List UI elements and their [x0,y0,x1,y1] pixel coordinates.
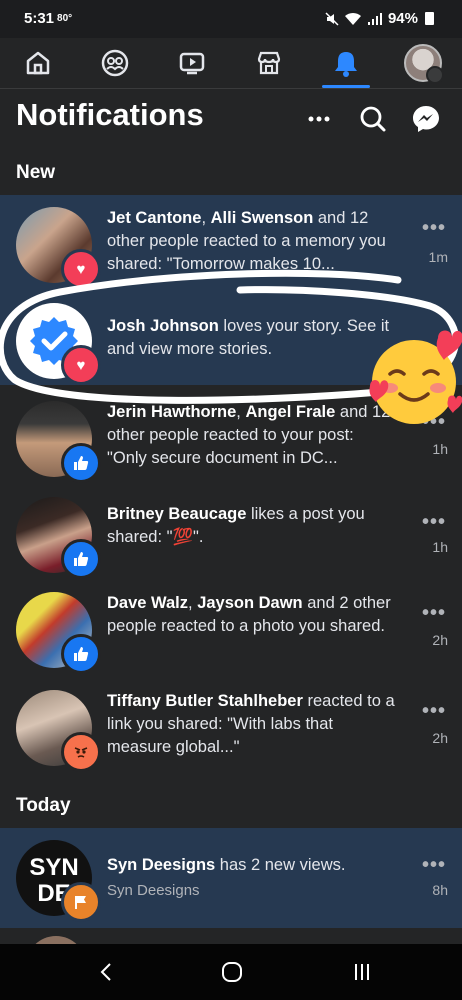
battery-percent: 94% [387,10,418,27]
actor-name: Jet Cantone [107,209,202,227]
status-bar: 5:31 80° 94% [0,0,462,38]
like-reaction-icon [61,634,101,674]
angry-face-icon [74,747,88,758]
heart-reaction-icon: ♥ [61,249,101,289]
battery-icon [425,12,434,25]
page-reaction-icon [61,882,101,922]
actor-name: Angel Frale [245,403,336,421]
status-time: 5:31 80° [24,10,72,27]
like-reaction-icon [61,443,101,483]
actor-name: Syn Deesigns [107,856,216,874]
notification-time: 1m [428,249,448,265]
notification-text: Josh Johnson loves your story. See it an… [107,315,397,361]
actor-name: Britney Beaucage [107,505,247,523]
clock: 5:31 [24,10,55,27]
section-new: New [16,162,56,183]
tab-menu[interactable] [393,38,453,88]
actor-name: Tiffany Butler Stahlheber [107,692,303,710]
separator: , [188,594,198,612]
notification-item[interactable]: Tiffany Butler Stahlheber reacted to a l… [0,678,462,778]
actor-name: Josh Johnson [107,317,219,335]
thumbs-up-icon [74,647,89,661]
messenger-button[interactable] [408,101,444,137]
heart-reaction-icon: ♥ [61,345,101,385]
angry-reaction-icon [61,732,101,772]
notification-text: Tiffany Butler Stahlheber reacted to a l… [107,690,397,759]
thumbs-up-icon [74,552,89,566]
like-reaction-icon [61,539,101,579]
mute-icon [325,11,339,26]
menu-icon [426,66,444,84]
tab-marketplace[interactable] [239,38,299,88]
flag-icon [75,896,86,909]
signal-icon [367,12,382,25]
thumbs-up-icon [74,456,89,470]
page-title: Notifications [16,97,204,132]
recents-icon [355,964,369,980]
notification-subtext: Syn Deesigns [107,882,200,899]
notification-options-button[interactable]: ••• [422,700,446,723]
status-icons: 94% [325,10,434,27]
notification-options-button[interactable]: ••• [422,511,446,534]
tab-notifications[interactable] [316,38,376,88]
home-icon [26,51,50,75]
notification-options-button[interactable]: ••• [422,602,446,625]
profile-avatar [404,44,444,84]
home-circle-icon [222,962,242,982]
svg-text:SYN: SYN [29,854,78,881]
messenger-icon [413,106,439,132]
notification-time: 8h [432,882,448,898]
active-tab-indicator [322,85,370,88]
search-button[interactable] [355,101,391,137]
notification-time: 1h [432,539,448,555]
notification-text: Jerin Hawthorne, Angel Frale and 12 othe… [107,401,397,470]
section-today: Today [16,795,71,816]
notification-item[interactable]: SYN DE Syn Deesigns has 2 new views. Syn D… [0,828,462,928]
notification-options-button[interactable]: ••• [422,217,446,240]
tab-bar [0,38,462,89]
notification-item[interactable]: Britney Beaucage likes a post you shared… [0,485,462,580]
marketplace-icon [257,51,281,75]
actor-name: Alli Swenson [210,209,314,227]
notification-options-button[interactable]: ••• [422,854,446,877]
back-button[interactable] [86,956,126,988]
more-icon [308,116,330,122]
notification-text: Jet Cantone, Alli Swenson and 12 other p… [107,207,397,276]
notification-item[interactable]: Dave Walz, Jayson Dawn and 2 other peopl… [0,580,462,678]
system-nav-bar [0,944,462,1000]
back-icon [100,963,111,981]
smiling-hearts-emoji-icon [369,330,462,424]
more-options-button[interactable] [301,101,337,137]
actor-name: Jayson Dawn [197,594,303,612]
notification-time: 1h [432,441,448,457]
search-icon [360,106,386,132]
notification-item[interactable]: ♥ Jet Cantone, Alli Swenson and 12 other… [0,195,462,295]
actor-name: Dave Walz [107,594,189,612]
tab-watch[interactable] [162,38,222,88]
friends-icon [101,49,129,77]
notification-time: 2h [432,730,448,746]
home-nav-button[interactable] [212,956,252,988]
recents-button[interactable] [342,956,382,988]
wifi-icon [344,12,361,25]
tab-home[interactable] [8,38,68,88]
tab-friends[interactable] [85,38,145,88]
separator: , [201,209,211,227]
bell-icon [335,52,357,77]
page-header: Notifications [0,89,462,149]
notification-body: has 2 new views. [215,856,346,874]
temperature: 80° [57,13,73,24]
notification-time: 2h [432,632,448,648]
video-icon [179,52,205,75]
actor-name: Jerin Hawthorne [107,403,237,421]
notification-text: Britney Beaucage likes a post you shared… [107,503,397,549]
notification-text: Dave Walz, Jayson Dawn and 2 other peopl… [107,592,397,638]
notification-text: Syn Deesigns has 2 new views. Syn Deesign… [107,854,397,902]
